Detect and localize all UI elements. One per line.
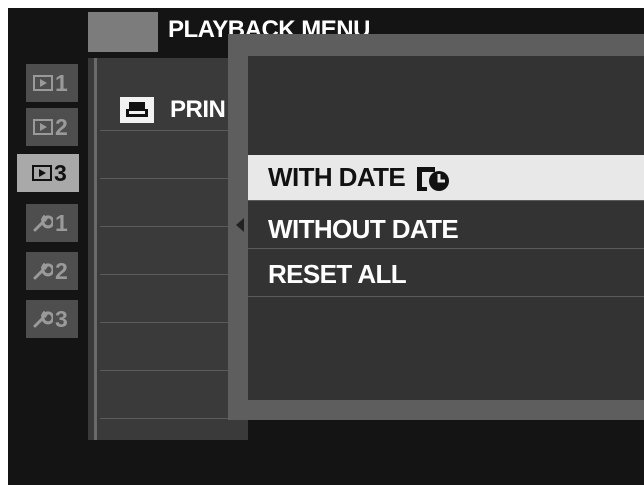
row-divider bbox=[100, 274, 248, 275]
option-without-date[interactable]: WITHOUT DATE bbox=[248, 207, 644, 252]
option-divider bbox=[248, 200, 644, 201]
option-with-date[interactable]: WITH DATE bbox=[248, 155, 644, 200]
option-reset-all[interactable]: RESET ALL bbox=[248, 252, 644, 297]
row-divider bbox=[100, 370, 248, 371]
popup-bottom-bar bbox=[228, 400, 644, 420]
tab-number: 1 bbox=[55, 69, 68, 96]
popup-top-bar bbox=[228, 34, 644, 56]
tab-number: 3 bbox=[55, 305, 68, 332]
tab-playback-2[interactable]: 2 bbox=[26, 108, 78, 146]
menu-title-box bbox=[88, 12, 158, 52]
wrench-icon bbox=[33, 262, 53, 280]
option-label: WITH DATE bbox=[268, 162, 406, 192]
panel-divider bbox=[94, 58, 97, 440]
print-icon bbox=[120, 97, 154, 123]
row-divider bbox=[100, 226, 248, 227]
wrench-icon bbox=[33, 310, 53, 328]
camera-screen: PLAYBACK MENU 1 2 3 1 2 3 PRIN WITH DATE… bbox=[8, 8, 644, 485]
row-divider bbox=[100, 130, 248, 131]
tab-playback-3[interactable]: 3 bbox=[17, 154, 79, 192]
tab-setup-3[interactable]: 3 bbox=[26, 300, 78, 338]
list-item-print[interactable]: PRIN bbox=[120, 94, 226, 126]
playback-icon bbox=[33, 119, 53, 135]
tab-number: 3 bbox=[54, 159, 67, 186]
playback-icon bbox=[33, 75, 53, 91]
tab-setup-1[interactable]: 1 bbox=[26, 204, 78, 242]
list-item-label: PRIN bbox=[170, 96, 226, 123]
row-divider bbox=[100, 418, 248, 419]
option-label: WITHOUT DATE bbox=[268, 214, 459, 244]
option-label: RESET ALL bbox=[268, 259, 407, 289]
tab-playback-1[interactable]: 1 bbox=[26, 64, 78, 102]
tab-setup-2[interactable]: 2 bbox=[26, 252, 78, 290]
playback-icon bbox=[32, 165, 52, 181]
wrench-icon bbox=[33, 214, 53, 232]
back-arrow-icon[interactable] bbox=[236, 218, 244, 232]
date-stamp-icon bbox=[417, 166, 450, 191]
row-divider bbox=[100, 322, 248, 323]
tab-number: 1 bbox=[55, 209, 68, 236]
row-divider bbox=[100, 178, 248, 179]
tab-number: 2 bbox=[55, 257, 68, 284]
option-divider bbox=[248, 296, 644, 297]
tab-number: 2 bbox=[55, 113, 68, 140]
option-divider bbox=[248, 248, 644, 249]
